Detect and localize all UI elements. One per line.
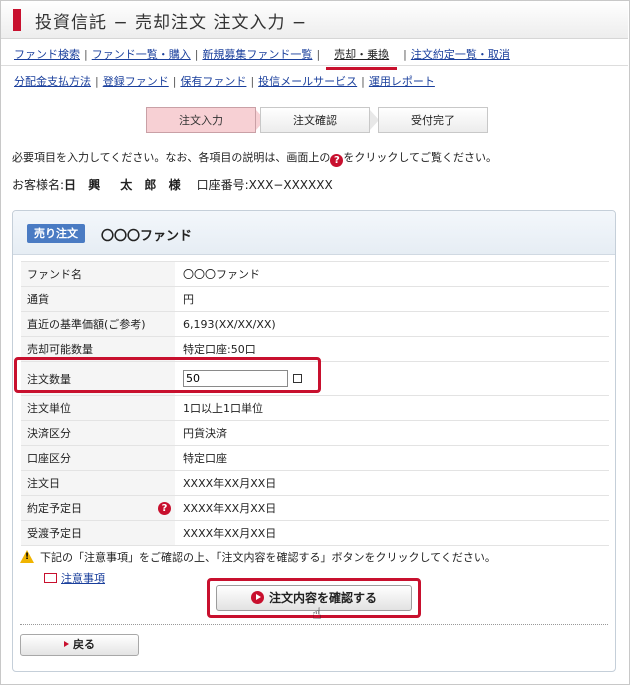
customer-label: お客様名:	[12, 178, 65, 192]
row-label: ファンド名	[21, 261, 175, 287]
play-icon	[250, 591, 264, 604]
confirm-button-label: 注文内容を確認する	[268, 591, 377, 605]
customer-info: お客様名:日 興 太 郎 様口座番号:XXX−XXXXXX	[12, 176, 333, 193]
nav-held-funds[interactable]: 保有ファンド	[180, 75, 246, 88]
panel-header: 売り注文 〇〇〇ファンド	[13, 211, 615, 255]
table-row: 直近の基準価額(ご参考) 6,193(XX/XX/XX)	[21, 311, 609, 337]
notes-link[interactable]: 注意事項	[61, 572, 105, 585]
step-order-confirm: 注文確認	[260, 107, 370, 133]
nav-separator: |	[361, 75, 365, 88]
step-complete: 受付完了	[378, 107, 488, 133]
row-label: 決済区分	[21, 420, 175, 446]
notes-link-wrap: 注意事項	[44, 570, 105, 586]
nav-fund-list-purchase[interactable]: ファンド一覧・購入	[92, 48, 191, 61]
help-icon[interactable]: ?	[158, 502, 171, 515]
nav-divider	[1, 65, 628, 66]
nav-sell-switch-active[interactable]: 売却・乗換	[326, 46, 398, 70]
row-value: XXXX年XX月XX日	[175, 495, 609, 521]
nav-order-list-cancel[interactable]: 注文約定一覧・取消	[411, 48, 510, 61]
order-details-table: ファンド名 〇〇〇ファンド 通貨円 直近の基準価額(ご参考) 6,193(XX/XX…	[21, 261, 609, 546]
row-label: 口座区分	[21, 445, 175, 471]
quantity-highlight	[14, 357, 321, 393]
row-label: 注文単位	[21, 395, 175, 421]
row-value: 1口以上1口単位	[175, 395, 609, 421]
back-button[interactable]: 戻る	[20, 634, 139, 656]
hand-cursor-icon: ☝	[312, 604, 322, 623]
warning-icon-mark: !	[25, 552, 30, 562]
account-number: 口座番号:XXX−XXXXXX	[196, 178, 333, 192]
table-row: 約定予定日? XXXX年XX月XX日	[21, 495, 609, 521]
warning-message: ! 下記の「注意事項」をご確認の上、「注文内容を確認する」ボタンをクリックしてくだ…	[20, 549, 496, 565]
warning-text: 下記の「注意事項」をご確認の上、「注文内容を確認する」ボタンをクリックしてくださ…	[40, 551, 496, 564]
nav-report[interactable]: 運用レポート	[369, 75, 435, 88]
nav-row-2: 分配金支払方法 | 登録ファンド | 保有ファンド | 投信メールサービス | 運用レポート	[14, 73, 435, 89]
nav-separator: |	[194, 48, 199, 61]
row-value: 特定口座	[175, 445, 609, 471]
nav-separator: |	[250, 75, 255, 88]
table-row: 通貨円	[21, 286, 609, 312]
table-row: ファンド名 〇〇〇ファンド	[21, 261, 609, 287]
nav-separator: |	[172, 75, 177, 88]
row-value: 〇〇〇ファンド	[175, 261, 609, 287]
row-label: 約定予定日	[27, 502, 82, 515]
table-row: 注文日 XXXX年XX月XX日	[21, 470, 609, 496]
row-value: 円貨決済	[175, 420, 609, 446]
nav-separator: |	[403, 48, 407, 61]
nav-registered-funds[interactable]: 登録ファンド	[103, 75, 169, 88]
page-title: 投資信託 − 売却注文 注文入力 −	[35, 13, 308, 33]
instruction-text: 必要項目を入力してください。なお、各項目の説明は、画面上の? をクリックしてご覧く…	[12, 149, 497, 167]
table-row: 注文単位 1口以上1口単位	[21, 395, 609, 421]
triangle-right-icon	[64, 641, 69, 647]
nav-mail-service[interactable]: 投信メールサービス	[258, 75, 357, 88]
table-row: 口座区分 特定口座	[21, 445, 609, 471]
nav-separator: |	[84, 48, 88, 61]
table-row: 決済区分 円貨決済	[21, 420, 609, 446]
divider	[20, 624, 608, 625]
instruction-text-pre: 必要項目を入力してください。なお、各項目の説明は、画面上の	[12, 151, 331, 164]
back-button-label: 戻る	[73, 638, 95, 651]
nav-fund-search[interactable]: ファンド検索	[14, 48, 80, 61]
row-label: 受渡予定日	[21, 520, 175, 546]
help-icon: ?	[330, 154, 344, 167]
row-value: XXXX年XX月XX日	[175, 470, 609, 496]
table-row: 受渡予定日 XXXX年XX月XX日	[21, 520, 609, 546]
sell-order-badge: 売り注文	[27, 224, 85, 243]
nav-dividend-method[interactable]: 分配金支払方法	[14, 75, 91, 88]
nav-separator: |	[95, 75, 99, 88]
title-accent-bar	[13, 9, 21, 31]
window-icon	[44, 573, 57, 583]
nav-separator: |	[316, 48, 321, 61]
instruction-text-post: をクリックしてご覧ください。	[343, 151, 498, 164]
panel-fund-name: 〇〇〇ファンド	[101, 229, 193, 244]
title-bar: 投資信託 − 売却注文 注文入力 −	[1, 1, 628, 39]
row-value: XXXX年XX月XX日	[175, 520, 609, 546]
row-label: 直近の基準価額(ご参考)	[21, 311, 175, 337]
warning-icon: !	[20, 550, 34, 563]
row-label: 注文日	[21, 470, 175, 496]
nav-row-1: ファンド検索 | ファンド一覧・購入 | 新規募集ファンド一覧 | 売却・乗換 | 注文約定一覧…	[14, 46, 510, 70]
step-order-input-current: 注文入力	[146, 107, 256, 133]
nav-new-fund-list[interactable]: 新規募集ファンド一覧	[202, 48, 312, 61]
row-label: 通貨	[21, 286, 175, 312]
row-value: 6,193(XX/XX/XX)	[175, 311, 609, 337]
row-value: 円	[175, 286, 609, 312]
customer-name: 日 興 太 郎 様	[64, 178, 185, 192]
